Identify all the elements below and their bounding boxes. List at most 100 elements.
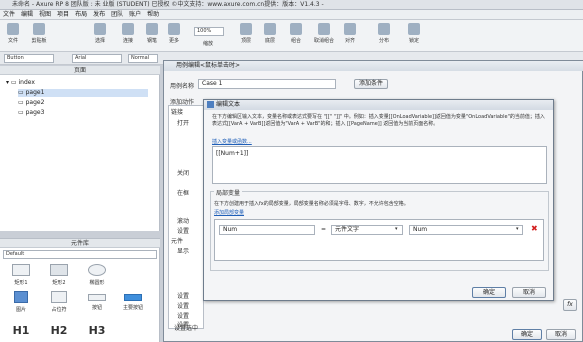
menu-account[interactable]: 账户	[126, 10, 144, 20]
image-icon	[14, 291, 28, 303]
page-tree-item-page1[interactable]: ▭ page1	[18, 89, 148, 97]
toolbar-select-button[interactable]: 选择	[88, 23, 112, 44]
local-variables-title: 局部变量	[214, 188, 243, 197]
placeholder-icon	[51, 291, 67, 303]
local-var-name-input[interactable]: Num	[219, 225, 315, 235]
toolbar-bottom-button[interactable]: 底层	[260, 23, 280, 44]
pages-panel: 页面 ▾ ▭ index ▭ page1 ▭ page2 ▭ page3	[0, 66, 160, 231]
delete-variable-icon[interactable]: ✖	[531, 224, 538, 233]
dialog-icon	[207, 101, 214, 108]
add-local-variable-link[interactable]: 添加局部变量	[214, 209, 244, 216]
local-variables-desc: 在下方创建用于插入fx的局部变量，局部变量名称必须是字母、数字，不允许包含空格。	[214, 201, 409, 207]
lock-icon	[408, 23, 420, 35]
action-tree-set[interactable]: 设置	[177, 226, 189, 235]
connect-icon	[122, 23, 134, 35]
library-item-button[interactable]: 按钮	[82, 291, 112, 311]
action-tree-close[interactable]: 关闭	[177, 168, 189, 177]
menu-project[interactable]: 项目	[54, 10, 72, 20]
library-item-rect1[interactable]: 矩形1	[6, 264, 36, 286]
align-icon	[344, 23, 356, 35]
zoom-label: 缩放	[202, 41, 213, 47]
menu-layout[interactable]: 布局	[72, 10, 90, 20]
local-var-target-select[interactable]: Num	[409, 225, 523, 235]
main-toolbar: 文件 剪贴板 选择 连接 钢笔 更多 100% 缩放 顶层 底层 组合 取消组合…	[0, 20, 583, 52]
toolbar-more-button[interactable]: 更多	[164, 23, 184, 44]
edit-text-title: 编辑文本	[204, 100, 553, 110]
library-item-primary-button[interactable]: 主要按钮	[118, 291, 148, 311]
text-ok-button[interactable]: 确定	[472, 287, 506, 298]
toolbar-top-button[interactable]: 顶层	[236, 23, 256, 44]
action-tree-set-4[interactable]: 设置	[177, 311, 189, 320]
action-tree-open[interactable]: 打开	[177, 118, 189, 127]
local-var-type-chevron-icon[interactable]: ▾	[395, 226, 398, 232]
window-title-bar: 未命名 - Axure RP 8 团队版 : 未 业版 (STUDENT) 已授…	[0, 0, 583, 10]
text-cancel-button[interactable]: 取消	[512, 287, 546, 298]
select-icon	[94, 23, 106, 35]
edit-text-dialog: 编辑文本 在下方编辑区输入文本，变量名称或表达式要写在 "[[" "]]" 中。…	[203, 99, 554, 301]
menu-file[interactable]: 文件	[0, 10, 18, 20]
page-tree-root[interactable]: ▾ ▭ index	[6, 79, 35, 87]
send-back-icon	[264, 23, 276, 35]
add-condition-button[interactable]: 添加条件	[354, 79, 388, 89]
action-tree: 链接 打开 关闭 在框 滚动 设置 元件 显示 设置 设置 设置 设置	[168, 105, 204, 329]
toolbar-clipboard-button[interactable]: 剪贴板	[26, 23, 52, 44]
distribute-icon	[378, 23, 390, 35]
zoom-select[interactable]: 100%	[194, 27, 224, 36]
page-tree-item-page2[interactable]: ▭ page2	[18, 99, 44, 107]
action-tree-scroll[interactable]: 滚动	[177, 216, 189, 225]
button-icon	[88, 294, 106, 301]
library-select[interactable]: Default	[3, 250, 157, 259]
library-item-image[interactable]: 图片	[6, 291, 36, 313]
bring-front-icon	[240, 23, 252, 35]
library-item-h1[interactable]: H1	[6, 324, 36, 337]
action-tree-link[interactable]: 链接	[171, 107, 183, 116]
library-item-h2[interactable]: H2	[44, 324, 74, 337]
insert-variable-link[interactable]: 插入变量或函数...	[212, 138, 252, 145]
menu-help[interactable]: 帮助	[144, 10, 162, 20]
fx-button[interactable]: fx	[563, 299, 577, 311]
action-tree-set-2[interactable]: 设置	[177, 291, 189, 300]
ungroup-icon	[318, 23, 330, 35]
menu-publish[interactable]: 发布	[90, 10, 108, 20]
library-item-placeholder[interactable]: 占位符	[44, 291, 74, 313]
toolbar-lock-button[interactable]: 锁定	[404, 23, 424, 44]
library-panel-header: 元件库	[0, 239, 160, 248]
toolbar-align-button[interactable]: 对齐	[340, 23, 360, 44]
toolbar-ungroup-button[interactable]: 取消组合	[310, 23, 338, 44]
group-icon	[290, 23, 302, 35]
file-icon	[7, 23, 19, 35]
toolbar-pen-button[interactable]: 钢笔	[142, 23, 162, 44]
library-item-h3[interactable]: H3	[82, 324, 112, 337]
widget-style-select[interactable]: Button	[4, 54, 54, 63]
action-tree-set-3[interactable]: 设置	[177, 301, 189, 310]
toolbar-distribute-button[interactable]: 分布	[374, 23, 394, 44]
local-variables-list: Num = 元件文字 ▾ Num ▾ ✖	[214, 219, 544, 261]
text-editor-area[interactable]: [[Num+1]]	[212, 146, 547, 184]
primary-button-icon	[124, 294, 142, 301]
edit-text-instructions: 在下方编辑区输入文本，变量名称或表达式要写在 "[[" "]]" 中。例如：插入…	[212, 114, 545, 127]
action-tree-set-selected[interactable]: 设置选中	[174, 323, 198, 332]
menu-view[interactable]: 视图	[36, 10, 54, 20]
case-cancel-button[interactable]: 取消	[546, 329, 576, 340]
library-panel: 元件库 Default 矩形1 矩形2 椭圆形 图片 占位符 按钮 主要按钮 H…	[0, 238, 160, 342]
clipboard-icon	[33, 23, 45, 35]
font-family-select[interactable]: Arial	[72, 54, 122, 63]
menu-team[interactable]: 团队	[108, 10, 126, 20]
toolbar-file-button[interactable]: 文件	[4, 23, 22, 44]
case-name-input[interactable]: Case 1	[198, 79, 336, 89]
local-var-equals: =	[321, 226, 327, 233]
local-var-type-select[interactable]: 元件文字	[331, 225, 403, 235]
action-tree-widgets[interactable]: 元件	[171, 236, 183, 245]
library-item-rect2[interactable]: 矩形2	[44, 264, 74, 286]
action-tree-show[interactable]: 显示	[177, 246, 189, 255]
library-item-ellipse[interactable]: 椭圆形	[82, 264, 112, 286]
toolbar-connect-button[interactable]: 连接	[118, 23, 138, 44]
menu-edit[interactable]: 编辑	[18, 10, 36, 20]
page-tree-item-page3[interactable]: ▭ page3	[18, 109, 44, 117]
font-style-select[interactable]: Normal	[128, 54, 158, 63]
action-tree-frame[interactable]: 在框	[177, 188, 189, 197]
local-var-target-chevron-icon[interactable]: ▾	[516, 226, 519, 232]
case-ok-button[interactable]: 确定	[512, 329, 542, 340]
menu-bar: 文件 编辑 视图 项目 布局 发布 团队 账户 帮助	[0, 10, 583, 20]
toolbar-group-button[interactable]: 组合	[286, 23, 306, 44]
